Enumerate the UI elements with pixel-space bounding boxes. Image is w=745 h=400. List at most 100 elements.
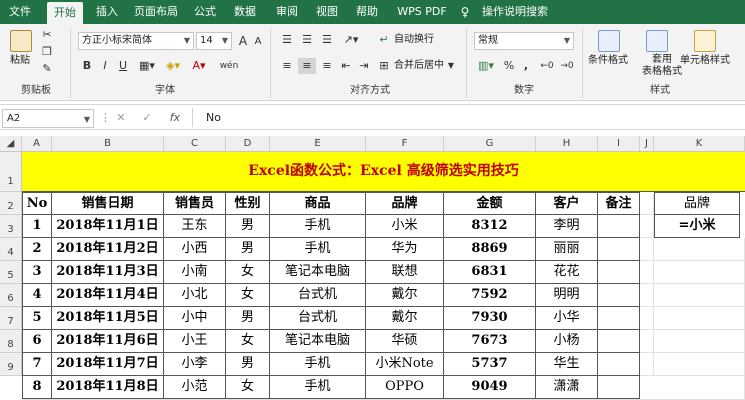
empty-cell[interactable]	[654, 307, 745, 330]
table-cell[interactable]: 3	[22, 261, 52, 284]
align-bottom-icon[interactable]: ☰	[318, 32, 336, 48]
table-cell[interactable]	[598, 215, 640, 238]
align-right-icon[interactable]: ≡	[318, 58, 336, 74]
table-cell[interactable]: 2018年11月8日	[52, 376, 164, 399]
table-cell[interactable]: 戴尔	[366, 307, 444, 330]
table-cell[interactable]: 小米Note	[366, 353, 444, 376]
table-cell[interactable]: 手机	[270, 215, 366, 238]
table-cell[interactable]	[598, 307, 640, 330]
row-header[interactable]: 4	[0, 238, 22, 261]
table-cell[interactable]: 男	[226, 307, 270, 330]
column-header[interactable]: B	[52, 136, 164, 152]
table-cell[interactable]: 花花	[536, 261, 598, 284]
table-cell[interactable]: 6831	[444, 261, 536, 284]
empty-cell[interactable]	[640, 330, 654, 353]
format-as-table-button[interactable]: 套用 表格格式	[642, 54, 682, 78]
table-cell[interactable]: 小米	[366, 215, 444, 238]
empty-cell[interactable]	[640, 192, 654, 215]
table-cell[interactable]: 笔记本电脑	[270, 330, 366, 353]
table-cell[interactable]: 2	[22, 238, 52, 261]
border-icon[interactable]: ▦▾	[136, 58, 158, 74]
decrease-indent-icon[interactable]: ⇤	[338, 58, 354, 74]
table-cell[interactable]: 小北	[164, 284, 226, 307]
header-cell[interactable]: 备注	[598, 192, 640, 215]
formula-input[interactable]: No	[206, 110, 221, 126]
grow-font-button[interactable]: A	[236, 33, 250, 49]
conditional-formatting-button[interactable]: 条件格式	[588, 54, 628, 68]
align-center-icon[interactable]: ≡	[298, 58, 316, 74]
empty-cell[interactable]	[654, 261, 745, 284]
table-cell[interactable]	[598, 330, 640, 353]
header-cell[interactable]: No	[22, 192, 52, 215]
table-cell[interactable]: 戴尔	[366, 284, 444, 307]
align-left-icon[interactable]: ≡	[278, 58, 296, 74]
table-cell[interactable]: 2018年11月2日	[52, 238, 164, 261]
table-cell[interactable]: 男	[226, 215, 270, 238]
table-cell[interactable]: 小王	[164, 330, 226, 353]
row-header[interactable]: 9	[0, 353, 22, 376]
empty-cell[interactable]	[640, 307, 654, 330]
header-cell[interactable]: 商品	[270, 192, 366, 215]
empty-cell[interactable]	[640, 284, 654, 307]
column-header[interactable]: K	[654, 136, 745, 152]
table-cell[interactable]: 笔记本电脑	[270, 261, 366, 284]
table-cell[interactable]: 小中	[164, 307, 226, 330]
row-header[interactable]: 6	[0, 284, 22, 307]
table-cell[interactable]: 联想	[366, 261, 444, 284]
table-cell[interactable]	[598, 376, 640, 399]
italic-button[interactable]: I	[98, 58, 112, 74]
table-cell[interactable]: 5737	[444, 353, 536, 376]
table-cell[interactable]: 手机	[270, 353, 366, 376]
table-cell[interactable]: 女	[226, 376, 270, 399]
tab-file[interactable]: 文件	[4, 0, 36, 24]
table-cell[interactable]: 李明	[536, 215, 598, 238]
increase-indent-icon[interactable]: ⇥	[356, 58, 372, 74]
comma-button[interactable]: ,	[520, 58, 532, 74]
orientation-icon[interactable]: ↗▾	[340, 32, 362, 48]
column-header[interactable]: F	[366, 136, 444, 152]
empty-cell[interactable]	[640, 215, 654, 238]
empty-cell[interactable]	[654, 353, 745, 376]
table-cell[interactable]: 小李	[164, 353, 226, 376]
table-cell[interactable]: 2018年11月5日	[52, 307, 164, 330]
table-cell[interactable]: 潇潇	[536, 376, 598, 399]
empty-cell[interactable]	[640, 261, 654, 284]
cancel-icon[interactable]: ✕	[114, 110, 128, 126]
fill-color-icon[interactable]: ◈▾	[162, 58, 184, 74]
table-cell[interactable]: 8312	[444, 215, 536, 238]
enter-icon[interactable]: ✓	[140, 110, 154, 126]
column-header[interactable]: A	[22, 136, 52, 152]
table-cell[interactable]: 手机	[270, 238, 366, 261]
font-color-icon[interactable]: A▾	[188, 58, 210, 74]
row-header[interactable]: 2	[0, 192, 22, 215]
table-cell[interactable]	[598, 284, 640, 307]
table-cell[interactable]: 5	[22, 307, 52, 330]
format-painter-icon[interactable]: ✎	[40, 61, 54, 77]
tab-formulas[interactable]: 公式	[188, 0, 222, 24]
font-name-select[interactable]: 方正小标宋简体 ▼	[78, 32, 194, 50]
table-cell[interactable]: 华为	[366, 238, 444, 261]
table-cell[interactable]: 小南	[164, 261, 226, 284]
criteria-header-cell[interactable]: 品牌	[654, 192, 740, 215]
tab-page-layout[interactable]: 页面布局	[130, 0, 182, 24]
align-top-icon[interactable]: ☰	[278, 32, 296, 48]
column-header[interactable]: D	[226, 136, 270, 152]
phonetic-guide-button[interactable]: wén	[214, 58, 244, 74]
table-cell[interactable]: 女	[226, 284, 270, 307]
table-cell[interactable]: 4	[22, 284, 52, 307]
wrap-text-button[interactable]: 自动换行	[394, 33, 434, 47]
table-cell[interactable]: 7	[22, 353, 52, 376]
table-cell[interactable]: 华硕	[366, 330, 444, 353]
insert-function-button[interactable]: fx	[166, 110, 184, 126]
column-header[interactable]: E	[270, 136, 366, 152]
font-size-select[interactable]: 14 ▼	[196, 32, 232, 50]
table-cell[interactable]: 明明	[536, 284, 598, 307]
table-cell[interactable]: 9049	[444, 376, 536, 399]
paste-button[interactable]: 粘贴	[10, 54, 30, 68]
decrease-decimal-icon[interactable]: →0	[558, 58, 576, 74]
header-cell[interactable]: 金额	[444, 192, 536, 215]
underline-button[interactable]: U	[116, 58, 130, 74]
table-cell[interactable]: 7592	[444, 284, 536, 307]
column-header[interactable]: I	[598, 136, 640, 152]
shrink-font-button[interactable]: A	[252, 34, 264, 50]
